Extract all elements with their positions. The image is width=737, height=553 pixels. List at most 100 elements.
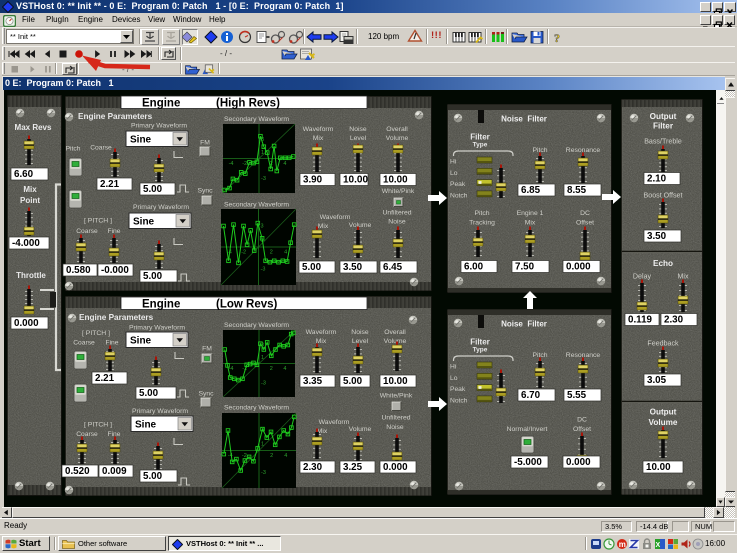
svg-text:Throttle: Throttle	[16, 271, 46, 280]
svg-text:10.00: 10.00	[383, 376, 408, 387]
svg-text:4: 4	[283, 366, 286, 372]
svg-text:Notch: Notch	[450, 397, 468, 404]
svg-text:Lo: Lo	[450, 375, 458, 382]
svg-text:Engine: Engine	[142, 98, 180, 110]
svg-text:6.70: 6.70	[521, 390, 541, 401]
svg-text:Hi: Hi	[450, 364, 457, 371]
svg-text:5.00: 5.00	[143, 184, 163, 195]
svg-text:Filter: Filter	[470, 133, 490, 142]
svg-text:-3: -3	[261, 381, 266, 387]
svg-text:Noise Filter: Noise Filter	[501, 115, 547, 124]
svg-text:6.60: 6.60	[14, 169, 34, 180]
svg-text:Engine: Engine	[142, 299, 180, 311]
svg-text:Filter: Filter	[470, 338, 490, 347]
svg-text:5.00: 5.00	[143, 271, 163, 282]
svg-text:Mix: Mix	[525, 220, 536, 227]
svg-text:1: 1	[261, 150, 264, 156]
svg-text:Sine: Sine	[130, 135, 152, 146]
svg-text:-3: -3	[261, 267, 266, 273]
svg-text:5.00: 5.00	[143, 471, 163, 482]
svg-text:Boost Offset: Boost Offset	[644, 192, 683, 200]
svg-text:Pitch: Pitch	[66, 146, 81, 153]
svg-text:10.00: 10.00	[343, 175, 368, 186]
svg-text:Hi: Hi	[450, 159, 457, 166]
svg-text:2.30: 2.30	[303, 462, 323, 473]
svg-text:Noise: Noise	[388, 219, 406, 226]
svg-text:Primary Waveform: Primary Waveform	[133, 204, 189, 211]
svg-text:2: 2	[270, 250, 273, 256]
svg-text:FM: FM	[202, 346, 212, 353]
svg-text:8.55: 8.55	[567, 185, 587, 196]
svg-text:FM: FM	[200, 140, 210, 147]
svg-text:Noise: Noise	[386, 424, 404, 431]
svg-text:2.21: 2.21	[100, 179, 120, 190]
svg-text:Primary Waveform: Primary Waveform	[131, 123, 187, 130]
svg-text:Waveform: Waveform	[306, 329, 337, 336]
svg-text:Volume: Volume	[649, 418, 678, 427]
svg-text:2.30: 2.30	[664, 315, 684, 326]
svg-text:4: 4	[284, 453, 287, 459]
svg-text:Primary Waveform: Primary Waveform	[129, 325, 185, 332]
svg-text:-5.000: -5.000	[514, 457, 542, 468]
svg-text:2: 2	[270, 453, 273, 459]
svg-text:Sine: Sine	[135, 420, 157, 431]
svg-text:5.00: 5.00	[343, 376, 363, 387]
svg-text:DC: DC	[580, 210, 590, 217]
svg-text:Type: Type	[473, 347, 488, 354]
svg-text:Lo: Lo	[450, 170, 458, 177]
svg-text:Overall: Overall	[384, 329, 406, 336]
svg-text:Volume: Volume	[386, 135, 409, 142]
svg-text:Normal/Invert: Normal/Invert	[507, 426, 548, 433]
svg-text:Coarse: Coarse	[73, 340, 95, 347]
svg-text:Coarse: Coarse	[90, 145, 112, 152]
svg-text:Noise: Noise	[351, 329, 369, 336]
svg-text:Output: Output	[650, 408, 677, 417]
svg-text:Volume: Volume	[349, 222, 372, 229]
svg-text:0.520: 0.520	[65, 466, 90, 477]
svg-text:-4: -4	[229, 161, 234, 167]
svg-text:Delay: Delay	[633, 273, 652, 281]
svg-text:Engine Parameters: Engine Parameters	[79, 313, 154, 322]
svg-text:Mix: Mix	[677, 273, 688, 281]
svg-text:Waveform: Waveform	[303, 126, 334, 133]
svg-text:-3: -3	[261, 470, 266, 476]
svg-text:Volume: Volume	[349, 426, 372, 433]
svg-text:3.90: 3.90	[303, 175, 323, 186]
svg-text:Engine 1: Engine 1	[517, 210, 544, 217]
svg-text:Point: Point	[20, 196, 40, 205]
svg-text:Volume: Volume	[384, 338, 407, 345]
svg-text:Tracking: Tracking	[469, 220, 495, 227]
svg-text:Noise Filter: Noise Filter	[501, 320, 547, 329]
svg-text:-3: -3	[261, 176, 266, 182]
svg-text:3.50: 3.50	[647, 231, 667, 242]
svg-text:-2: -2	[242, 161, 247, 167]
svg-text:Output: Output	[650, 112, 677, 121]
svg-text:10.00: 10.00	[383, 175, 408, 186]
svg-text:3.35: 3.35	[303, 376, 323, 387]
svg-text:Secondary Waveform: Secondary Waveform	[224, 116, 289, 123]
svg-text:(Low Revs): (Low Revs)	[216, 299, 278, 311]
svg-text:(High Revs): (High Revs)	[216, 98, 280, 110]
svg-text:Max Revs: Max Revs	[15, 123, 52, 132]
svg-text:Level: Level	[350, 135, 367, 142]
svg-text:6.85: 6.85	[521, 185, 541, 196]
svg-text:Offset: Offset	[576, 220, 594, 227]
svg-text:Mix: Mix	[318, 223, 329, 230]
svg-text:Fine: Fine	[107, 228, 120, 235]
svg-text:0.009: 0.009	[102, 466, 127, 477]
svg-text:Peak: Peak	[450, 181, 466, 188]
svg-text:4: 4	[284, 250, 287, 256]
svg-text:3.50: 3.50	[343, 262, 363, 273]
svg-text:1: 1	[261, 441, 264, 447]
svg-text:2.10: 2.10	[647, 174, 667, 185]
svg-text:5.00: 5.00	[302, 262, 322, 273]
svg-text:Coarse: Coarse	[76, 431, 98, 438]
svg-text:Mix: Mix	[313, 135, 324, 142]
svg-text:6.45: 6.45	[383, 262, 403, 273]
svg-text:Sine: Sine	[133, 217, 155, 228]
svg-text:0.000: 0.000	[383, 462, 408, 473]
svg-text:[ PITCH ]: [ PITCH ]	[84, 218, 112, 225]
svg-text:Unfiltered: Unfiltered	[381, 415, 410, 422]
svg-text:1: 1	[261, 355, 264, 361]
svg-text:-4.000: -4.000	[12, 238, 40, 249]
